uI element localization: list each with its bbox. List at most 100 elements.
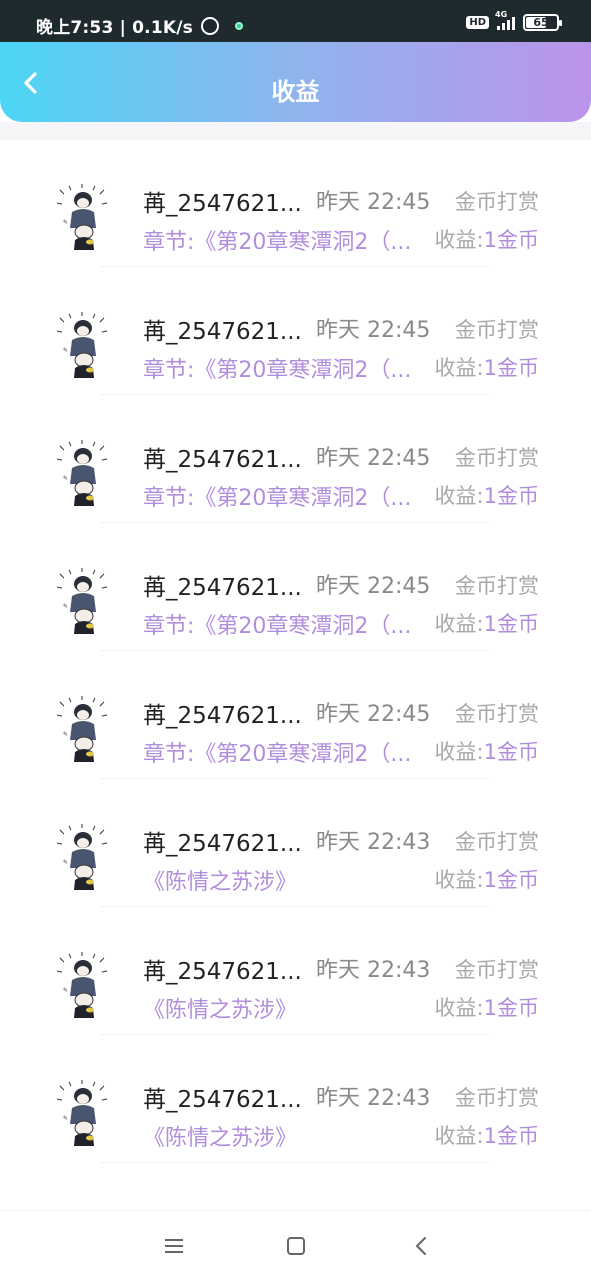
divider [100,1034,490,1035]
reward-time: 昨天 22:45 [316,702,431,727]
earnings-amount: 1金币 [483,228,539,252]
list-item[interactable]: ✎ 苒_2547621... 昨天 22:45 金币打赏 章节:《第20章寒潭洞… [0,268,591,396]
user-name: 苒_2547621... [143,575,302,601]
svg-text:✎: ✎ [63,859,68,866]
earnings-amount: 1金币 [483,612,539,636]
status-left: 晚上7:53 | 0.1K/s [36,13,243,38]
avatar[interactable]: ✎ [56,824,108,892]
reward-type: 金币打赏 [455,190,539,214]
avatar[interactable]: ✎ [56,312,108,380]
system-back-button[interactable] [408,1233,434,1259]
earnings: 收益:1金币 [435,608,539,638]
menu-button[interactable] [161,1233,187,1259]
earnings-label: 收益: [434,740,484,764]
user-name: 苒_2547621... [143,959,302,985]
reward-time: 昨天 22:43 [316,958,431,983]
reward-type: 金币打赏 [455,830,539,854]
divider [100,1162,490,1163]
earnings-label: 收益: [434,868,484,892]
earnings: 收益:1金币 [435,736,539,766]
earnings: 收益:1金币 [435,864,539,894]
signal-icon: 4G [495,10,515,30]
avatar[interactable]: ✎ [56,184,108,252]
divider [100,906,490,907]
earnings-label: 收益: [434,356,484,380]
avatar[interactable]: ✎ [56,440,108,508]
back-chevron-icon [416,1237,426,1255]
divider [100,650,490,651]
battery-icon: 65 [523,14,562,31]
list-item[interactable]: ✎ 苒_2547621... 昨天 22:43 金币打赏 《陈情之苏涉》 收益:… [0,780,591,908]
menu-icon [165,1239,183,1253]
reward-time: 昨天 22:45 [316,446,431,471]
svg-text:✎: ✎ [63,731,68,738]
svg-text:✎: ✎ [63,219,68,226]
earnings: 收益:1金币 [435,352,539,382]
divider [100,522,490,523]
list-item[interactable]: ✎ 苒_2547621... 昨天 22:43 金币打赏 《陈情之苏涉》 收益:… [0,1036,591,1164]
earnings-amount: 1金币 [483,1124,539,1148]
earnings: 收益:1金币 [435,1120,539,1150]
chapter-title[interactable]: 章节:《第20章寒潭洞2（... [143,736,425,768]
avatar[interactable]: ✎ [56,952,108,1020]
svg-text:✎: ✎ [63,475,68,482]
earnings-label: 收益: [434,996,484,1020]
user-name: 苒_2547621... [143,831,302,857]
status-bar: 晚上7:53 | 0.1K/s HD 4G 65 [0,0,591,42]
earnings-amount: 1金币 [483,996,539,1020]
header-bar: 收益 [0,42,591,122]
status-right: HD 4G 65 [466,10,562,31]
chapter-title[interactable]: 章节:《第20章寒潭洞2（... [143,224,425,256]
earnings-amount: 1金币 [483,868,539,892]
reward-type: 金币打赏 [455,318,539,342]
divider [100,394,490,395]
earnings: 收益:1金币 [435,480,539,510]
list-item[interactable]: ✎ 苒_2547621... 昨天 22:45 金币打赏 章节:《第20章寒潭洞… [0,652,591,780]
home-button[interactable] [283,1233,309,1259]
reward-type: 金币打赏 [455,702,539,726]
list-item[interactable]: ✎ 苒_2547621... 昨天 22:45 金币打赏 章节:《第20章寒潭洞… [0,396,591,524]
list-item[interactable]: ✎ 苒_2547621... 昨天 22:45 金币打赏 章节:《第20章寒潭洞… [0,140,591,268]
earnings-amount: 1金币 [483,484,539,508]
reward-time: 昨天 22:43 [316,1086,431,1111]
earnings-amount: 1金币 [483,356,539,380]
chapter-title[interactable]: 《陈情之苏涉》 [143,864,425,896]
battery-level: 65 [533,16,549,29]
hd-badge: HD [466,16,489,29]
earnings-label: 收益: [434,612,484,636]
header-shadow-band [0,122,591,140]
user-name: 苒_2547621... [143,191,302,217]
avatar[interactable]: ✎ [56,568,108,636]
earnings: 收益:1金币 [435,224,539,254]
chapter-title[interactable]: 《陈情之苏涉》 [143,1120,425,1152]
system-nav-bar [0,1210,591,1280]
reward-type: 金币打赏 [455,958,539,982]
chapter-title[interactable]: 章节:《第20章寒潭洞2（... [143,608,425,640]
svg-text:✎: ✎ [63,1115,68,1122]
divider [100,266,490,267]
earnings-label: 收益: [434,228,484,252]
chapter-title[interactable]: 章节:《第20章寒潭洞2（... [143,480,425,512]
reward-time: 昨天 22:45 [316,574,431,599]
list-item[interactable]: ✎ 苒_2547621... 昨天 22:45 金币打赏 章节:《第20章寒潭洞… [0,524,591,652]
reward-type: 金币打赏 [455,1086,539,1110]
chapter-title[interactable]: 章节:《第20章寒潭洞2（... [143,352,425,384]
reward-time: 昨天 22:43 [316,830,431,855]
user-name: 苒_2547621... [143,319,302,345]
avatar[interactable]: ✎ [56,696,108,764]
earnings-list[interactable]: ✎ 苒_2547621... 昨天 22:45 金币打赏 章节:《第20章寒潭洞… [0,140,591,1164]
status-time-speed: 晚上7:53 | 0.1K/s [36,18,193,38]
avatar[interactable]: ✎ [56,1080,108,1148]
user-name: 苒_2547621... [143,703,302,729]
reward-type: 金币打赏 [455,446,539,470]
home-square-icon [287,1237,305,1255]
earnings-amount: 1金币 [483,740,539,764]
earnings-label: 收益: [434,484,484,508]
network-type: 4G [495,9,508,19]
reward-type: 金币打赏 [455,574,539,598]
app-notification-icon [234,21,243,30]
earnings-label: 收益: [434,1124,484,1148]
earnings: 收益:1金币 [435,992,539,1022]
list-item[interactable]: ✎ 苒_2547621... 昨天 22:43 金币打赏 《陈情之苏涉》 收益:… [0,908,591,1036]
chapter-title[interactable]: 《陈情之苏涉》 [143,992,425,1024]
